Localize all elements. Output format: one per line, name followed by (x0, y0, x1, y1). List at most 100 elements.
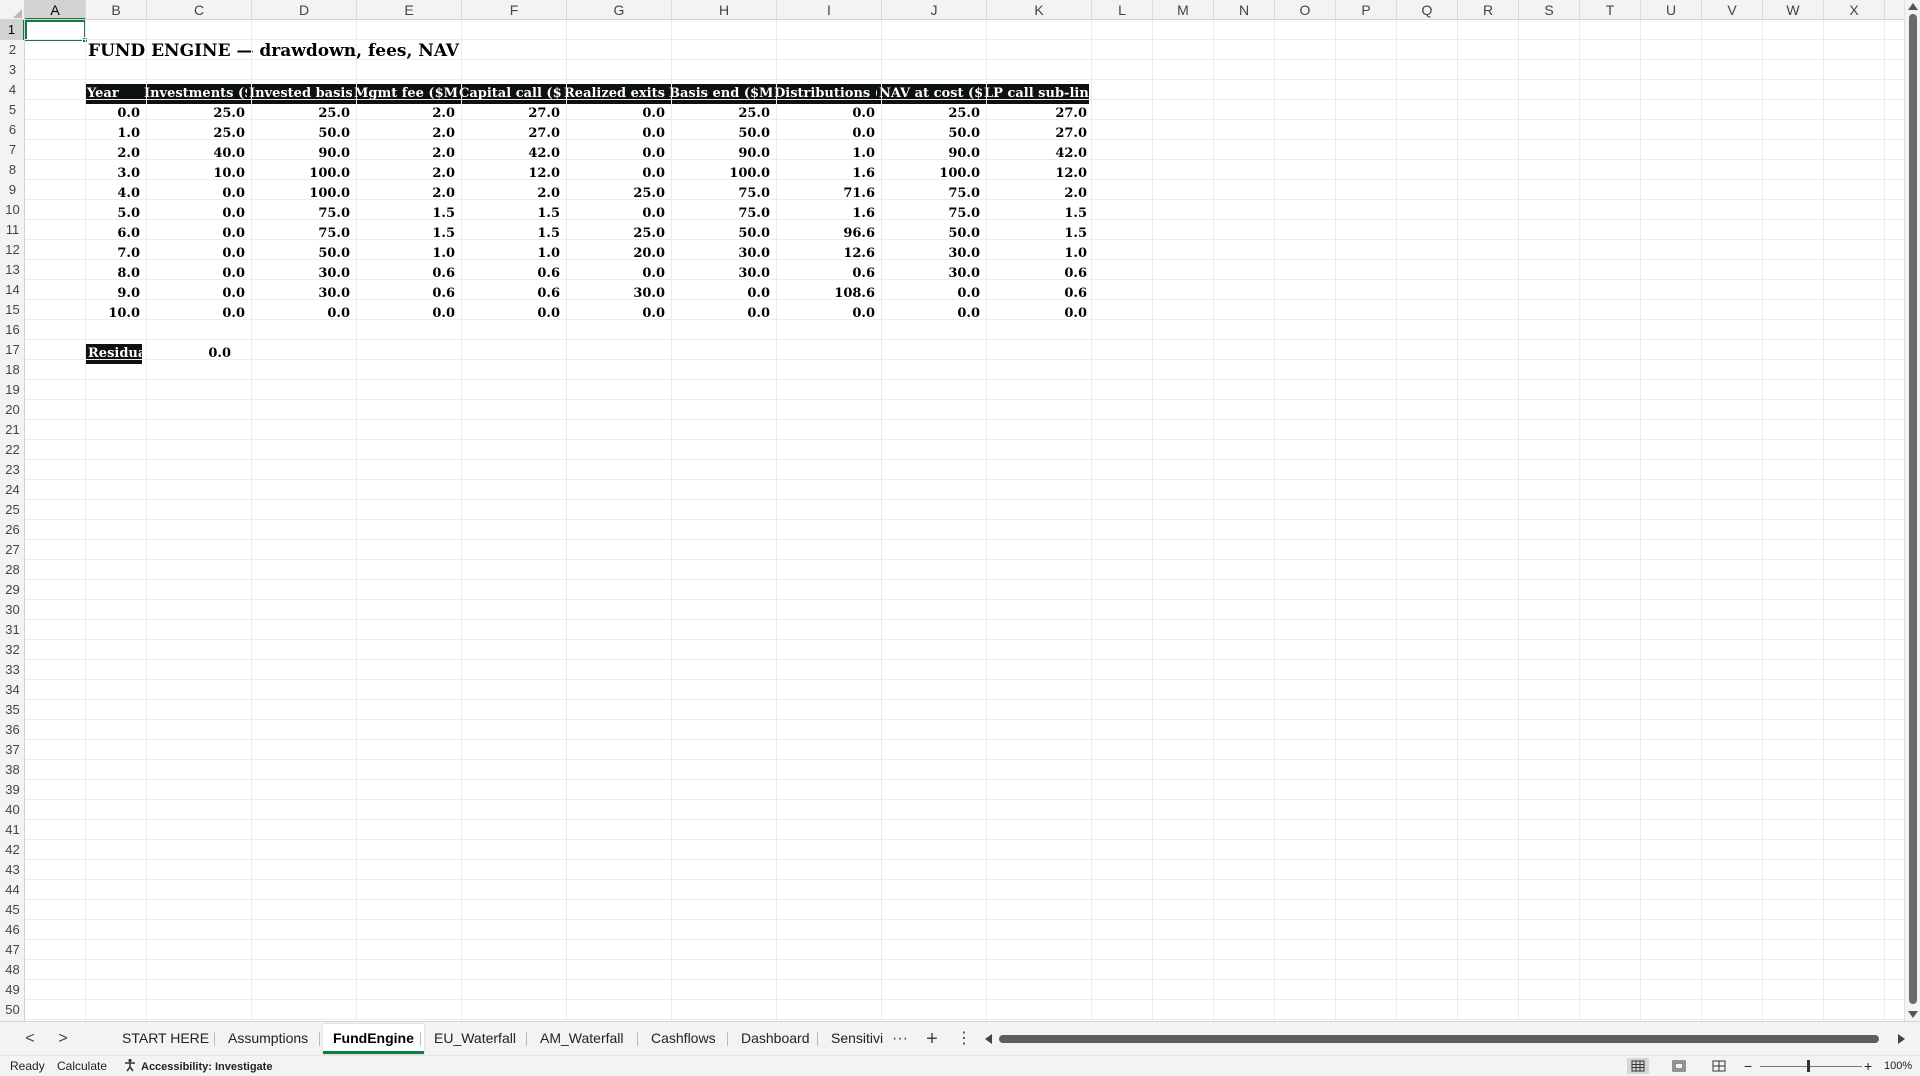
table-cell[interactable]: 1.0 (457, 244, 562, 264)
table-header-cell[interactable]: Invested basis (247, 84, 352, 104)
row-header-50[interactable]: 50 (0, 1000, 24, 1020)
cell-grid[interactable]: FUND ENGINE — drawdown, fees, NAV Year In… (25, 20, 1904, 1021)
table-cell[interactable]: 25.0 (562, 224, 667, 244)
table-cell[interactable]: 1.6 (772, 164, 877, 184)
table-cell[interactable]: 10.0 (142, 164, 247, 184)
row-header-16[interactable]: 16 (0, 320, 24, 340)
row-header-43[interactable]: 43 (0, 860, 24, 880)
row-header-11[interactable]: 11 (0, 220, 24, 240)
table-cell[interactable]: 20.0 (562, 244, 667, 264)
scroll-down-icon[interactable] (1908, 1011, 1918, 1018)
table-cell[interactable]: 1.0 (352, 244, 457, 264)
column-header-b[interactable]: B (86, 0, 147, 19)
row-header-17[interactable]: 17 (0, 340, 24, 360)
table-cell[interactable]: 50.0 (667, 124, 772, 144)
page-break-view-button[interactable] (1708, 1058, 1730, 1074)
tab-sensitivi[interactable]: Sensitivi (821, 1024, 893, 1054)
table-cell[interactable]: 2.0 (352, 144, 457, 164)
row-header-40[interactable]: 40 (0, 800, 24, 820)
horizontal-scroll-thumb[interactable] (999, 1035, 1879, 1043)
table-cell[interactable]: 90.0 (667, 144, 772, 164)
row-header-24[interactable]: 24 (0, 480, 24, 500)
row-header-8[interactable]: 8 (0, 160, 24, 180)
table-cell[interactable]: 50.0 (247, 244, 352, 264)
add-sheet-icon[interactable]: + (919, 1022, 945, 1056)
zoom-slider-track[interactable] (1760, 1066, 1862, 1067)
row-header-31[interactable]: 31 (0, 620, 24, 640)
table-header-cell[interactable]: Distributions ( (772, 84, 877, 104)
table-cell[interactable]: 30.0 (247, 284, 352, 304)
table-cell[interactable]: 0.6 (982, 284, 1089, 304)
table-cell[interactable]: 0.6 (457, 264, 562, 284)
row-header-2[interactable]: 2 (0, 40, 24, 60)
table-cell[interactable]: 3.0 (85, 164, 142, 184)
table-cell[interactable]: 50.0 (877, 224, 982, 244)
table-cell[interactable]: 2.0 (457, 184, 562, 204)
prev-sheet-icon[interactable]: < (17, 1022, 43, 1056)
row-header-21[interactable]: 21 (0, 420, 24, 440)
row-header-12[interactable]: 12 (0, 240, 24, 260)
column-header-s[interactable]: S (1519, 0, 1580, 19)
table-cell[interactable]: 0.0 (562, 304, 667, 324)
table-cell[interactable]: 0.0 (85, 104, 142, 124)
table-header-cell[interactable]: Mgmt fee ($M) (352, 84, 457, 104)
table-cell[interactable]: 90.0 (247, 144, 352, 164)
table-cell[interactable]: 0.6 (982, 264, 1089, 284)
table-cell[interactable]: 90.0 (877, 144, 982, 164)
table-cell[interactable]: 0.0 (142, 204, 247, 224)
table-cell[interactable]: 1.5 (982, 204, 1089, 224)
table-header-cell[interactable]: Year (85, 84, 142, 104)
column-header-u[interactable]: U (1641, 0, 1702, 19)
row-header-20[interactable]: 20 (0, 400, 24, 420)
sheet-options-icon[interactable]: ⋮ (952, 1022, 976, 1056)
horizontal-scrollbar[interactable] (985, 1022, 1905, 1056)
column-header-p[interactable]: P (1336, 0, 1397, 19)
table-cell[interactable]: 27.0 (982, 104, 1089, 124)
table-cell[interactable]: 0.6 (457, 284, 562, 304)
table-cell[interactable]: 1.6 (772, 204, 877, 224)
column-header-m[interactable]: M (1153, 0, 1214, 19)
table-cell[interactable]: 25.0 (142, 124, 247, 144)
table-cell[interactable]: 100.0 (247, 164, 352, 184)
column-header-n[interactable]: N (1214, 0, 1275, 19)
table-cell[interactable]: 0.0 (142, 244, 247, 264)
table-cell[interactable]: 100.0 (247, 184, 352, 204)
scroll-left-icon[interactable] (985, 1034, 992, 1044)
table-cell[interactable]: 5.0 (85, 204, 142, 224)
row-header-47[interactable]: 47 (0, 940, 24, 960)
table-cell[interactable]: 12.0 (457, 164, 562, 184)
row-header-30[interactable]: 30 (0, 600, 24, 620)
row-header-23[interactable]: 23 (0, 460, 24, 480)
row-header-19[interactable]: 19 (0, 380, 24, 400)
table-cell[interactable]: 30.0 (667, 264, 772, 284)
more-sheets-icon[interactable]: ··· (888, 1022, 912, 1056)
table-header-cell[interactable]: NAV at cost ($M (877, 84, 982, 104)
table-cell[interactable]: 0.0 (562, 164, 667, 184)
row-header-7[interactable]: 7 (0, 140, 24, 160)
row-header-15[interactable]: 15 (0, 300, 24, 320)
column-header-i[interactable]: I (777, 0, 882, 19)
tab-fundengine[interactable]: FundEngine (323, 1024, 424, 1054)
table-cell[interactable]: 75.0 (877, 204, 982, 224)
column-header-r[interactable]: R (1458, 0, 1519, 19)
table-header-cell[interactable]: Basis end ($M) (667, 84, 772, 104)
zoom-level[interactable]: 100% (1884, 1056, 1912, 1076)
tab-start-here[interactable]: START HERE (112, 1024, 219, 1054)
row-header-14[interactable]: 14 (0, 280, 24, 300)
column-header-x[interactable]: X (1824, 0, 1885, 19)
table-cell[interactable]: 0.0 (667, 284, 772, 304)
zoom-out-button[interactable]: − (1744, 1056, 1752, 1076)
table-cell[interactable]: 1.5 (457, 204, 562, 224)
table-cell[interactable]: 1.0 (772, 144, 877, 164)
row-header-29[interactable]: 29 (0, 580, 24, 600)
table-cell[interactable]: 100.0 (667, 164, 772, 184)
row-header-49[interactable]: 49 (0, 980, 24, 1000)
column-header-o[interactable]: O (1275, 0, 1336, 19)
scroll-up-icon[interactable] (1908, 3, 1918, 10)
table-cell[interactable]: 0.0 (142, 304, 247, 324)
table-cell[interactable]: 0.0 (667, 304, 772, 324)
table-cell[interactable]: 0.6 (352, 264, 457, 284)
column-header-c[interactable]: C (147, 0, 252, 19)
table-cell[interactable]: 0.0 (982, 304, 1089, 324)
row-header-3[interactable]: 3 (0, 60, 24, 80)
